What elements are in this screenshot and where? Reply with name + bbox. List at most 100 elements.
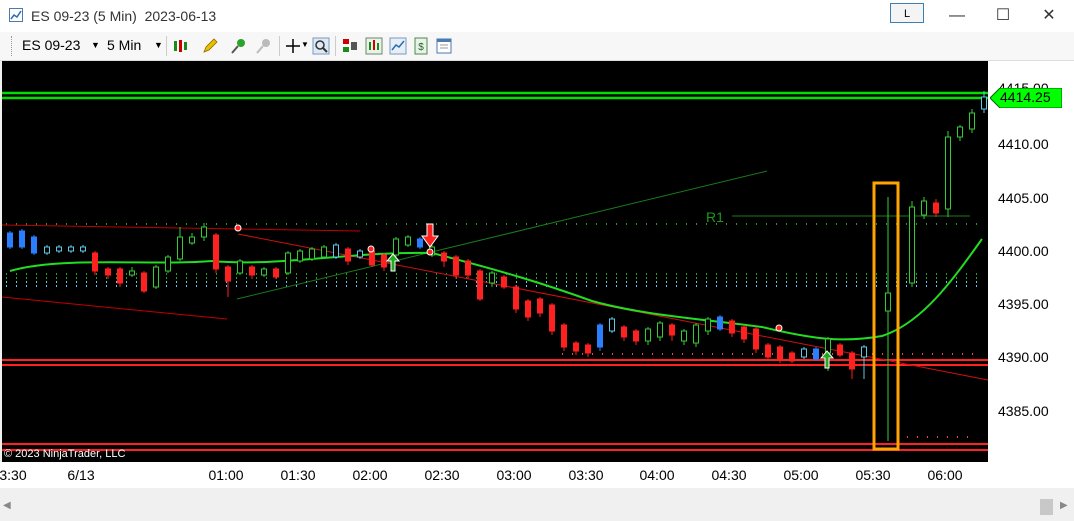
pivot-dot [796,277,797,279]
properties-icon[interactable] [435,37,453,55]
pivot-dot [907,436,908,438]
candle-body [801,348,807,358]
pivot-dot [326,223,327,225]
pivot-dot [436,277,437,279]
pivot-dot [796,223,797,225]
close-button[interactable]: ✕ [1026,0,1072,32]
pivot-dot [836,277,837,279]
pivot-dot [236,281,237,283]
indicators-icon[interactable] [365,37,383,55]
drawing-tool-icon[interactable] [201,37,219,55]
pivot-dot [626,273,627,275]
pivot-dot [716,285,717,287]
price-chart[interactable]: R1 © 2023 NinjaTrader, LLC [1,61,1072,462]
pivot-dot [186,223,187,225]
svg-text:$: $ [418,42,424,53]
candle-body [669,324,675,336]
pivot-dot [426,281,427,283]
pivot-dot [826,277,827,279]
pivot-dot [636,223,637,225]
pivot-dot [956,281,957,283]
order-icon[interactable]: $ [412,37,430,55]
pivot-dot [866,223,867,225]
interval-selector[interactable]: 5 Min [107,37,141,53]
pivot-dot [666,273,667,275]
pivot-dot [466,281,467,283]
pivot-dot [386,273,387,275]
pivot-dot [356,273,357,275]
strategies-icon[interactable] [341,37,359,55]
scroll-thumb[interactable] [1040,499,1053,515]
scroll-left-icon[interactable]: ◀ [3,500,11,511]
candle-body [129,270,135,276]
pivot-dot [926,281,927,283]
pivot-dot [736,285,737,287]
pivot-dot [76,285,77,287]
pivot-dot [696,285,697,287]
pivot-dot [176,281,177,283]
pivot-dot [566,223,567,225]
pivot-dot [326,281,327,283]
pivot-dot [756,277,757,279]
pivot-dot [652,353,653,355]
bar-type-icon[interactable] [172,37,190,55]
minimize-button[interactable]: — [934,0,980,32]
pivot-dot [406,285,407,287]
price-tick: 4390.00 [998,349,1049,365]
candle-body [909,206,915,284]
zoom-icon[interactable] [312,37,330,55]
pivot-dot [826,223,827,225]
pivot-dot [86,285,87,287]
scroll-track[interactable] [14,499,1040,516]
scroll-right-icon[interactable]: ▶ [1060,500,1068,511]
pivot-dot [46,285,47,287]
candle-body [729,320,735,334]
pivot-dot [186,277,187,279]
chart-panel[interactable]: R1 © 2023 NinjaTrader, LLC [1,61,1072,462]
pin-disabled-icon[interactable] [255,37,273,55]
highlight-box [872,181,900,451]
pivot-dot [416,281,417,283]
pivot-dot [26,273,27,275]
time-tick: 04:00 [639,467,675,483]
pivot-dot [646,223,647,225]
candle-body [153,266,159,288]
pivot-dot [486,273,487,275]
crosshair-icon[interactable] [284,37,302,55]
chevron-down-icon[interactable]: ▼ [154,40,163,50]
pin-icon[interactable] [230,37,248,55]
pivot-dot [926,223,927,225]
instrument-selector[interactable]: ES 09-23 [22,37,80,53]
pivot-dot [962,353,963,355]
maximize-button[interactable]: ☐ [980,0,1026,32]
time-axis[interactable]: 3:30 6/13 01:00 01:30 02:00 02:30 03:00 … [0,462,988,488]
pivot-dot [76,273,77,275]
pivot-dot [426,277,427,279]
pivot-dot [882,353,883,355]
pivot-dot [456,285,457,287]
candle-body [225,266,231,282]
horizontal-scrollbar[interactable]: ◀ ▶ [0,494,1074,521]
chevron-down-icon[interactable]: ▼ [301,40,309,49]
pivot-dot [256,273,257,275]
chevron-down-icon[interactable]: ▼ [91,40,100,50]
pivot-dot [766,223,767,225]
link-button[interactable]: L [890,3,924,23]
price-axis[interactable] [988,61,1074,488]
moving-average-line [9,238,983,341]
candle-body [80,246,86,252]
chart-style-icon[interactable] [389,37,407,55]
candle-body [465,260,471,276]
pivot-dot [366,277,367,279]
pivot-dot [206,281,207,283]
pivot-dot [906,223,907,225]
candle-body [273,268,279,278]
pivot-dot [426,273,427,275]
pivot-dot [812,353,813,355]
pivot-dot [56,285,57,287]
pivot-dot [6,277,7,279]
pivot-dot [736,223,737,225]
pivot-dot [266,223,267,225]
pivot-dot [826,281,827,283]
pivot-dot [576,281,577,283]
